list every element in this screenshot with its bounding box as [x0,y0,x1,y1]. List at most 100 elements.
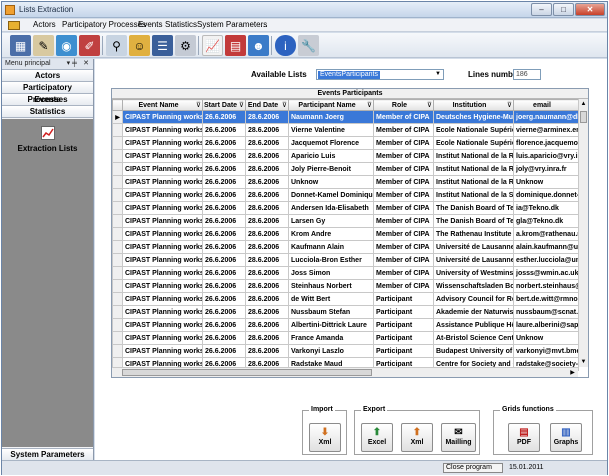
table-row[interactable]: CIPAST Planning worksh 26.6.2006 28.6.2006… [112,318,579,332]
cell-institution[interactable]: Ecole Nationale Supérieur [433,136,514,150]
chevron-down-icon[interactable]: ▼ [433,70,443,79]
cell-participant-name[interactable]: Vierne Valentine [288,123,374,137]
cell-start-date[interactable]: 26.6.2006 [202,162,246,176]
row-selector[interactable] [112,227,123,241]
cell-start-date[interactable]: 26.6.2006 [202,227,246,241]
filter-icon[interactable]: ⊽ [427,101,432,109]
cell-email[interactable]: bert.de.witt@rmno.nl [513,292,579,306]
users-icon[interactable]: ☻ [248,35,269,56]
row-selector[interactable] [112,344,123,358]
menu-app-icon[interactable] [8,21,20,30]
table-row[interactable]: ▶ CIPAST Planning worksh 26.6.2006 28.6.200… [112,110,579,124]
cell-institution[interactable]: The Danish Board of Tech [433,214,514,228]
cell-role[interactable]: Member of CIPA [373,279,434,293]
cell-event-name[interactable]: CIPAST Planning worksh [122,344,203,358]
extraction-lists-item[interactable]: Extraction Lists [2,126,93,153]
cell-role[interactable]: Member of CIPA [373,214,434,228]
cell-event-name[interactable]: CIPAST Planning worksh [122,240,203,254]
table-row[interactable]: CIPAST Planning worksh 26.6.2006 28.6.2006… [112,162,579,176]
cell-participant-name[interactable]: Larsen Gy [288,214,374,228]
info-icon[interactable]: i [275,35,296,56]
cell-institution[interactable]: Budapest University of Te [433,344,514,358]
cell-email[interactable]: Unknow [513,175,579,189]
cell-role[interactable]: Participant [373,318,434,332]
cell-participant-name[interactable]: Lucciola-Bron Esther [288,253,374,267]
cell-end-date[interactable]: 28.6.2006 [245,292,289,306]
cell-email[interactable]: luis.aparicio@vry.inra.f [513,149,579,163]
table-row[interactable]: CIPAST Planning worksh 26.6.2006 28.6.2006… [112,227,579,241]
cell-institution[interactable]: Deutsches Hygiene-Muse [433,110,514,124]
cell-role[interactable]: Member of CIPA [373,123,434,137]
cell-email[interactable]: joly@vry.inra.fr [513,162,579,176]
cell-start-date[interactable]: 26.6.2006 [202,305,246,319]
cell-email[interactable]: alain.kaufmann@unil.ch [513,240,579,254]
table-row[interactable]: CIPAST Planning worksh 26.6.2006 28.6.2006… [112,344,579,358]
row-selector[interactable] [112,279,123,293]
title-bar[interactable]: Lists Extraction – □ ✕ [2,2,607,18]
cell-participant-name[interactable]: Jacquemot Florence [288,136,374,150]
cell-participant-name[interactable]: Naumann Joerg [288,110,374,124]
cell-event-name[interactable]: CIPAST Planning worksh [122,305,203,319]
cell-event-name[interactable]: CIPAST Planning worksh [122,266,203,280]
cell-start-date[interactable]: 26.6.2006 [202,253,246,267]
cell-event-name[interactable]: CIPAST Planning worksh [122,201,203,215]
cell-end-date[interactable]: 28.6.2006 [245,214,289,228]
column-header-end-date[interactable]: End Date ⊽ [245,99,289,111]
cell-end-date[interactable]: 28.6.2006 [245,305,289,319]
tools-icon[interactable]: 🔧 [298,35,319,56]
menu-participatory-processes[interactable]: Participatory Processes [62,20,146,29]
cell-institution[interactable]: The Rathenau Institute [433,227,514,241]
cell-role[interactable]: Member of CIPA [373,201,434,215]
vertical-scrollbar[interactable]: ▲ ▼ [578,99,588,367]
table-row[interactable]: CIPAST Planning worksh 26.6.2006 28.6.2006… [112,292,579,306]
cell-end-date[interactable]: 28.6.2006 [245,188,289,202]
column-header-event-name[interactable]: Event Name ⊽ [122,99,203,111]
cell-event-name[interactable]: CIPAST Planning worksh [122,318,203,332]
people-icon[interactable]: ☺ [129,35,150,56]
column-header-institution[interactable]: Institution ⊽ [433,99,514,111]
table-row[interactable]: CIPAST Planning worksh 26.6.2006 28.6.2006… [112,240,579,254]
column-header-start-date[interactable]: Start Date ⊽ [202,99,246,111]
cell-role[interactable]: Participant [373,331,434,345]
filter-icon[interactable]: ⊽ [507,101,512,109]
table-row[interactable]: CIPAST Planning worksh 26.6.2006 28.6.2006… [112,253,579,267]
cell-event-name[interactable]: CIPAST Planning worksh [122,227,203,241]
cell-end-date[interactable]: 28.6.2006 [245,123,289,137]
cell-start-date[interactable]: 26.6.2006 [202,344,246,358]
cell-event-name[interactable]: CIPAST Planning worksh [122,162,203,176]
cell-email[interactable]: norbert.steinhaus@wila [513,279,579,293]
table-row[interactable]: CIPAST Planning worksh 26.6.2006 28.6.2006… [112,123,579,137]
section-system-parameters[interactable]: System Parameters [2,448,93,460]
cell-event-name[interactable]: CIPAST Planning worksh [122,175,203,189]
table-row[interactable]: CIPAST Planning worksh 26.6.2006 28.6.2006… [112,188,579,202]
gear-icon[interactable]: ⚙ [175,35,196,56]
database-icon[interactable]: ☰ [152,35,173,56]
cell-email[interactable]: ia@Tekno.dk [513,201,579,215]
cell-role[interactable]: Member of CIPA [373,175,434,189]
cell-start-date[interactable]: 26.6.2006 [202,240,246,254]
cell-start-date[interactable]: 26.6.2006 [202,214,246,228]
cell-email[interactable]: dominique.donnet-kam [513,188,579,202]
cell-participant-name[interactable]: Andersen Ida-Elisabeth [288,201,374,215]
horizontal-scrollbar[interactable]: ▶ [112,367,578,377]
filter-icon[interactable]: ⊽ [196,101,201,109]
cell-role[interactable]: Member of CIPA [373,253,434,267]
available-lists-select[interactable]: EventsParticipants ▼ [316,69,444,80]
cell-end-date[interactable]: 28.6.2006 [245,110,289,124]
menu-actors[interactable]: Actors [33,20,56,29]
cell-event-name[interactable]: CIPAST Planning worksh [122,214,203,228]
cell-email[interactable]: Unknow [513,331,579,345]
calculator-icon[interactable]: ▦ [10,35,31,56]
filter-icon[interactable]: ⊽ [282,101,287,109]
cell-email[interactable]: florence.jacquemot@en [513,136,579,150]
cell-role[interactable]: Member of CIPA [373,149,434,163]
folder-icon[interactable]: ▤ [225,35,246,56]
graphs-button[interactable]: ▥ Graphs [550,423,582,452]
cell-start-date[interactable]: 26.6.2006 [202,110,246,124]
row-selector[interactable] [112,266,123,280]
row-selector[interactable] [112,149,123,163]
cell-event-name[interactable]: CIPAST Planning worksh [122,188,203,202]
menu-events[interactable]: Events [138,20,162,29]
menu-statistics[interactable]: Statistics [165,20,197,29]
cell-start-date[interactable]: 26.6.2006 [202,292,246,306]
